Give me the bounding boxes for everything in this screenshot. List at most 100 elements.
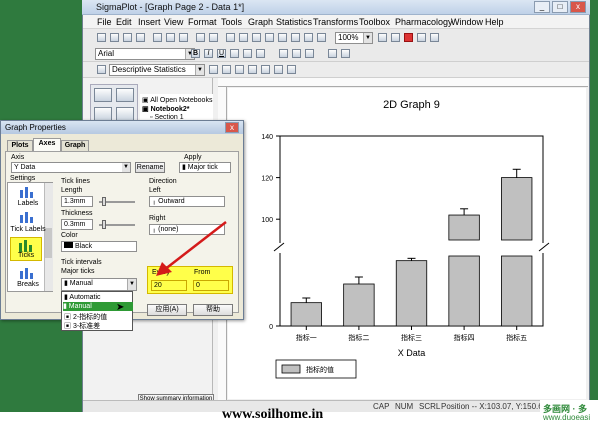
y-tick-label: 140 bbox=[261, 134, 273, 141]
menu-view[interactable]: View bbox=[164, 17, 183, 27]
menu-help[interactable]: Help bbox=[485, 17, 504, 27]
new-icon[interactable] bbox=[97, 33, 106, 42]
print-icon[interactable] bbox=[136, 33, 145, 42]
menu-edit[interactable]: Edit bbox=[116, 17, 132, 27]
font-select[interactable]: Arial ▼ bbox=[95, 48, 195, 60]
zoom-in-icon[interactable] bbox=[378, 33, 387, 42]
run-test-icon[interactable] bbox=[209, 65, 218, 74]
menu-file[interactable]: File bbox=[97, 17, 112, 27]
graph-page[interactable]: 2D Graph 9X DataY Data0100120140指标一指标二指标… bbox=[228, 88, 586, 399]
save-icon[interactable] bbox=[123, 33, 132, 42]
advisor-icon[interactable] bbox=[274, 65, 283, 74]
from-input[interactable]: 0 bbox=[193, 280, 229, 291]
help-button[interactable]: 帮助 bbox=[193, 304, 233, 316]
underline-icon[interactable]: U bbox=[217, 49, 226, 58]
menu-toolbox[interactable]: Toolbox bbox=[359, 17, 390, 27]
menu-format[interactable]: Format bbox=[188, 17, 217, 27]
maximize-button[interactable]: □ bbox=[552, 1, 568, 13]
axis-label: Axis bbox=[11, 154, 25, 161]
rename-button[interactable]: Rename bbox=[135, 162, 165, 173]
menu-graph[interactable]: Graph bbox=[248, 17, 273, 27]
settings-item-breaks[interactable]: Breaks bbox=[10, 281, 46, 288]
report-icon[interactable] bbox=[252, 33, 261, 42]
tab-graph[interactable]: Graph bbox=[61, 140, 89, 151]
left-direction-select[interactable]: ╷ Outward bbox=[149, 196, 225, 207]
paste-icon[interactable] bbox=[179, 33, 188, 42]
settings-item-tick-labels[interactable]: Tick Labels bbox=[10, 226, 46, 233]
tree-item-all-notebooks[interactable]: ▣ All Open Notebooks bbox=[142, 96, 212, 104]
option-column-3[interactable]: ▣ 3-标准差 bbox=[64, 321, 132, 330]
align-left-icon[interactable] bbox=[279, 49, 288, 58]
graph-type-icon[interactable] bbox=[94, 88, 112, 102]
menu-pharmacology[interactable]: Pharmacology bbox=[395, 17, 453, 27]
length-slider-thumb[interactable] bbox=[102, 197, 106, 206]
apply-button[interactable]: 应用(A) bbox=[147, 304, 187, 316]
worksheet-icon[interactable] bbox=[226, 33, 235, 42]
align-right-icon[interactable] bbox=[305, 49, 314, 58]
major-ticks-select[interactable]: ▮ Manual ▼ bbox=[61, 278, 137, 291]
graph-type-icon[interactable] bbox=[116, 88, 134, 102]
line-spacing-icon[interactable] bbox=[328, 49, 337, 58]
align-center-icon[interactable] bbox=[292, 49, 301, 58]
menu-transforms[interactable]: Transforms bbox=[313, 17, 358, 27]
bar-chart[interactable]: 2D Graph 9X DataY Data0100120140指标一指标二指标… bbox=[228, 88, 586, 399]
graph-type-icon[interactable] bbox=[94, 107, 112, 121]
dialog-close-button[interactable]: x bbox=[225, 122, 239, 133]
wizard-icon[interactable] bbox=[430, 33, 439, 42]
graph-type-icon[interactable] bbox=[116, 107, 134, 121]
cut-icon[interactable] bbox=[153, 33, 162, 42]
thickness-input[interactable]: 0.3mm bbox=[61, 219, 93, 230]
test-icon[interactable] bbox=[97, 65, 106, 74]
subscript-icon[interactable] bbox=[243, 49, 252, 58]
copy-icon[interactable] bbox=[166, 33, 175, 42]
menu-window[interactable]: Window bbox=[451, 17, 483, 27]
minimize-button[interactable]: _ bbox=[534, 1, 550, 13]
close-button[interactable]: x bbox=[570, 1, 586, 13]
stop-icon[interactable] bbox=[404, 33, 413, 42]
notebook-icon[interactable] bbox=[291, 33, 300, 42]
settings-item-ticks[interactable]: Ticks bbox=[10, 237, 42, 261]
status-bar: CAP NUM SCRL Position -- X:103.07, Y:150… bbox=[83, 400, 589, 412]
undo-icon[interactable] bbox=[196, 33, 205, 42]
every-input[interactable]: 20 bbox=[151, 280, 187, 291]
graph-icon[interactable] bbox=[239, 33, 248, 42]
settings-item-labels[interactable]: Labels bbox=[10, 200, 46, 207]
table-icon[interactable] bbox=[317, 33, 326, 42]
option-column-2[interactable]: ▣ 2-指标的值 bbox=[64, 312, 132, 321]
axis-select[interactable]: Y Data ▼ bbox=[11, 162, 131, 173]
report-icon-2[interactable] bbox=[248, 65, 257, 74]
thickness-slider-thumb[interactable] bbox=[102, 220, 106, 229]
macro-icon[interactable] bbox=[278, 33, 287, 42]
scrollbar-thumb[interactable] bbox=[45, 228, 52, 258]
thickness-label: Thickness bbox=[61, 210, 93, 217]
length-label: Length bbox=[61, 187, 83, 194]
italic-icon[interactable]: I bbox=[204, 49, 213, 58]
greek-icon[interactable] bbox=[256, 49, 265, 58]
paragraph-icon[interactable] bbox=[341, 49, 350, 58]
option-automatic[interactable]: ▮ Automatic bbox=[64, 293, 132, 302]
equation-icon[interactable] bbox=[265, 33, 274, 42]
apply-select[interactable]: ▮ Major tick bbox=[179, 162, 231, 173]
record-icon[interactable] bbox=[417, 33, 426, 42]
x-tick-label: 指标三 bbox=[401, 333, 422, 342]
menu-tools[interactable]: Tools bbox=[221, 17, 242, 27]
options-icon[interactable] bbox=[222, 65, 231, 74]
tree-item-notebook2[interactable]: ▣ Notebook2* bbox=[142, 105, 189, 113]
zoom-select[interactable]: 100% ▼ bbox=[335, 32, 373, 44]
chart-icon[interactable] bbox=[304, 33, 313, 42]
help-icon[interactable] bbox=[391, 33, 400, 42]
superscript-icon[interactable] bbox=[230, 49, 239, 58]
bold-icon[interactable]: B bbox=[191, 49, 200, 58]
statistics-select[interactable]: Descriptive Statistics ▼ bbox=[109, 64, 205, 76]
open-icon[interactable] bbox=[110, 33, 119, 42]
power-icon[interactable] bbox=[287, 65, 296, 74]
tab-plots[interactable]: Plots bbox=[7, 140, 33, 151]
menu-insert[interactable]: Insert bbox=[138, 17, 161, 27]
color-select[interactable]: Black bbox=[61, 241, 137, 252]
tab-axes[interactable]: Axes bbox=[33, 138, 61, 151]
graph-icon-2[interactable] bbox=[261, 65, 270, 74]
rerun-icon[interactable] bbox=[235, 65, 244, 74]
length-input[interactable]: 1.3mm bbox=[61, 196, 93, 207]
menu-statistics[interactable]: Statistics bbox=[276, 17, 312, 27]
redo-icon[interactable] bbox=[209, 33, 218, 42]
